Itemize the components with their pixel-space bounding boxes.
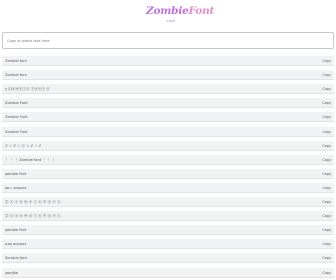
copy-button[interactable]: Copy bbox=[321, 213, 332, 219]
copy-button[interactable]: Copy bbox=[321, 143, 332, 149]
font-style-text: Zombie Font bbox=[5, 101, 28, 106]
font-style-text: ʇuoɟ ǝıqɯoz bbox=[5, 242, 27, 247]
copy-button[interactable]: Copy bbox=[321, 185, 332, 191]
font-style-text: Zombie font bbox=[5, 73, 27, 78]
font-style-text: ƺombie font bbox=[5, 228, 27, 233]
font-style-text: ʑo⊥ ɐıqɯoz bbox=[5, 185, 27, 190]
logo-title-font: Font bbox=[188, 5, 215, 17]
font-style-row[interactable]: ƺoɱɓie Copy bbox=[2, 267, 334, 278]
font-style-row[interactable]: ⋮ ⋮ ⋮ Zombie font ⋮ ⋮ ⋮ Copy bbox=[2, 154, 334, 165]
font-style-text: ƺoɱɓie bbox=[5, 270, 19, 275]
copy-button[interactable]: Copy bbox=[321, 72, 332, 78]
font-style-text: Ⓩ ⓒ ⓩ ⓞ ⓜ ⓑ ⓘ ⓔ Ⓕ ⓞ ⓝ ⓣ bbox=[5, 214, 61, 219]
font-style-row[interactable]: Zombie Font Copy bbox=[2, 112, 334, 123]
font-style-text: Zombie Font bbox=[5, 115, 28, 120]
logo-subtitle: cool bbox=[166, 19, 176, 23]
copy-button[interactable]: Copy bbox=[321, 100, 332, 106]
copy-button[interactable]: Copy bbox=[321, 199, 332, 205]
font-style-text: Zombie font bbox=[5, 59, 27, 63]
font-style-row[interactable]: Zombie font Copy bbox=[2, 70, 334, 81]
zombiefont-logo[interactable]: ZombieFont cool bbox=[146, 4, 214, 28]
font-style-text: Zombie Font bbox=[5, 129, 28, 134]
font-style-text: ⋮ ⋮ ⋮ Zombie font ⋮ ⋮ ⋮ bbox=[5, 157, 56, 162]
font-style-row[interactable]: Ⓩ ⓒ ⓩ ⓞ ⓜ ⓑ ⓘ ⓔ Ⓕ ⓞ ⓝ ⓣ Copy bbox=[2, 211, 334, 222]
font-style-row[interactable]: ℤ ☆ ℤ ☆ ⓩ ☆ ℤ ☆ ℤ Copy bbox=[2, 140, 334, 151]
font-style-row[interactable]: ʑombie font Copy bbox=[2, 168, 334, 179]
font-style-text: Ⓩ ⓒ ⓩ ⓞ ⓜ ⓑ ⓘ ⓔ Ⓕ ⓞ ⓝ ⓣ bbox=[5, 200, 61, 204]
header: ZombieFont cool bbox=[0, 0, 336, 30]
font-style-text: ɀ ⒵ⓞⓜⓑⓘⓔ ⓕⓞⓝⓣ ⓔ bbox=[5, 87, 50, 92]
copy-button[interactable]: Copy bbox=[321, 241, 332, 247]
copy-button[interactable]: Copy bbox=[321, 171, 332, 177]
logo-title-zombie: Zombie bbox=[146, 5, 189, 17]
copy-button[interactable]: Copy bbox=[321, 255, 332, 261]
font-style-row[interactable]: Zombie Font Copy bbox=[2, 98, 334, 109]
copy-button[interactable]: Copy bbox=[321, 58, 332, 64]
font-style-row[interactable]: ƻomƄie ƒont Copy bbox=[2, 253, 334, 264]
font-style-row[interactable]: Zombie font Copy bbox=[2, 56, 334, 66]
copy-button[interactable]: Copy bbox=[321, 114, 332, 120]
copy-button[interactable]: Copy bbox=[321, 227, 332, 233]
font-style-row[interactable]: ƺombie font Copy bbox=[2, 225, 334, 236]
text-input[interactable] bbox=[2, 32, 334, 49]
font-style-text: ℤ ☆ ℤ ☆ ⓩ ☆ ℤ ☆ ℤ bbox=[5, 143, 42, 148]
font-style-row[interactable]: Ⓩ ⓒ ⓩ ⓞ ⓜ ⓑ ⓘ ⓔ Ⓕ ⓞ ⓝ ⓣ Copy bbox=[2, 197, 334, 207]
font-style-row[interactable]: ʇuoɟ ǝıqɯoz Copy bbox=[2, 239, 334, 250]
font-style-row[interactable]: ɀ ⒵ⓞⓜⓑⓘⓔ ⓕⓞⓝⓣ ⓔ Copy bbox=[2, 84, 334, 95]
copy-button[interactable]: Copy bbox=[321, 129, 332, 135]
font-style-text: ƻomƄie ƒont bbox=[5, 256, 27, 261]
font-style-row[interactable]: ʑo⊥ ɐıqɯoz Copy bbox=[2, 182, 334, 193]
copy-button[interactable]: Copy bbox=[321, 86, 332, 92]
copy-button[interactable]: Copy bbox=[321, 157, 332, 163]
logo-title: ZombieFont bbox=[146, 4, 214, 18]
copy-button[interactable]: Copy bbox=[321, 270, 332, 276]
font-style-text: ʑombie font bbox=[5, 171, 27, 176]
font-style-row[interactable]: Zombie Font Copy bbox=[2, 126, 334, 137]
